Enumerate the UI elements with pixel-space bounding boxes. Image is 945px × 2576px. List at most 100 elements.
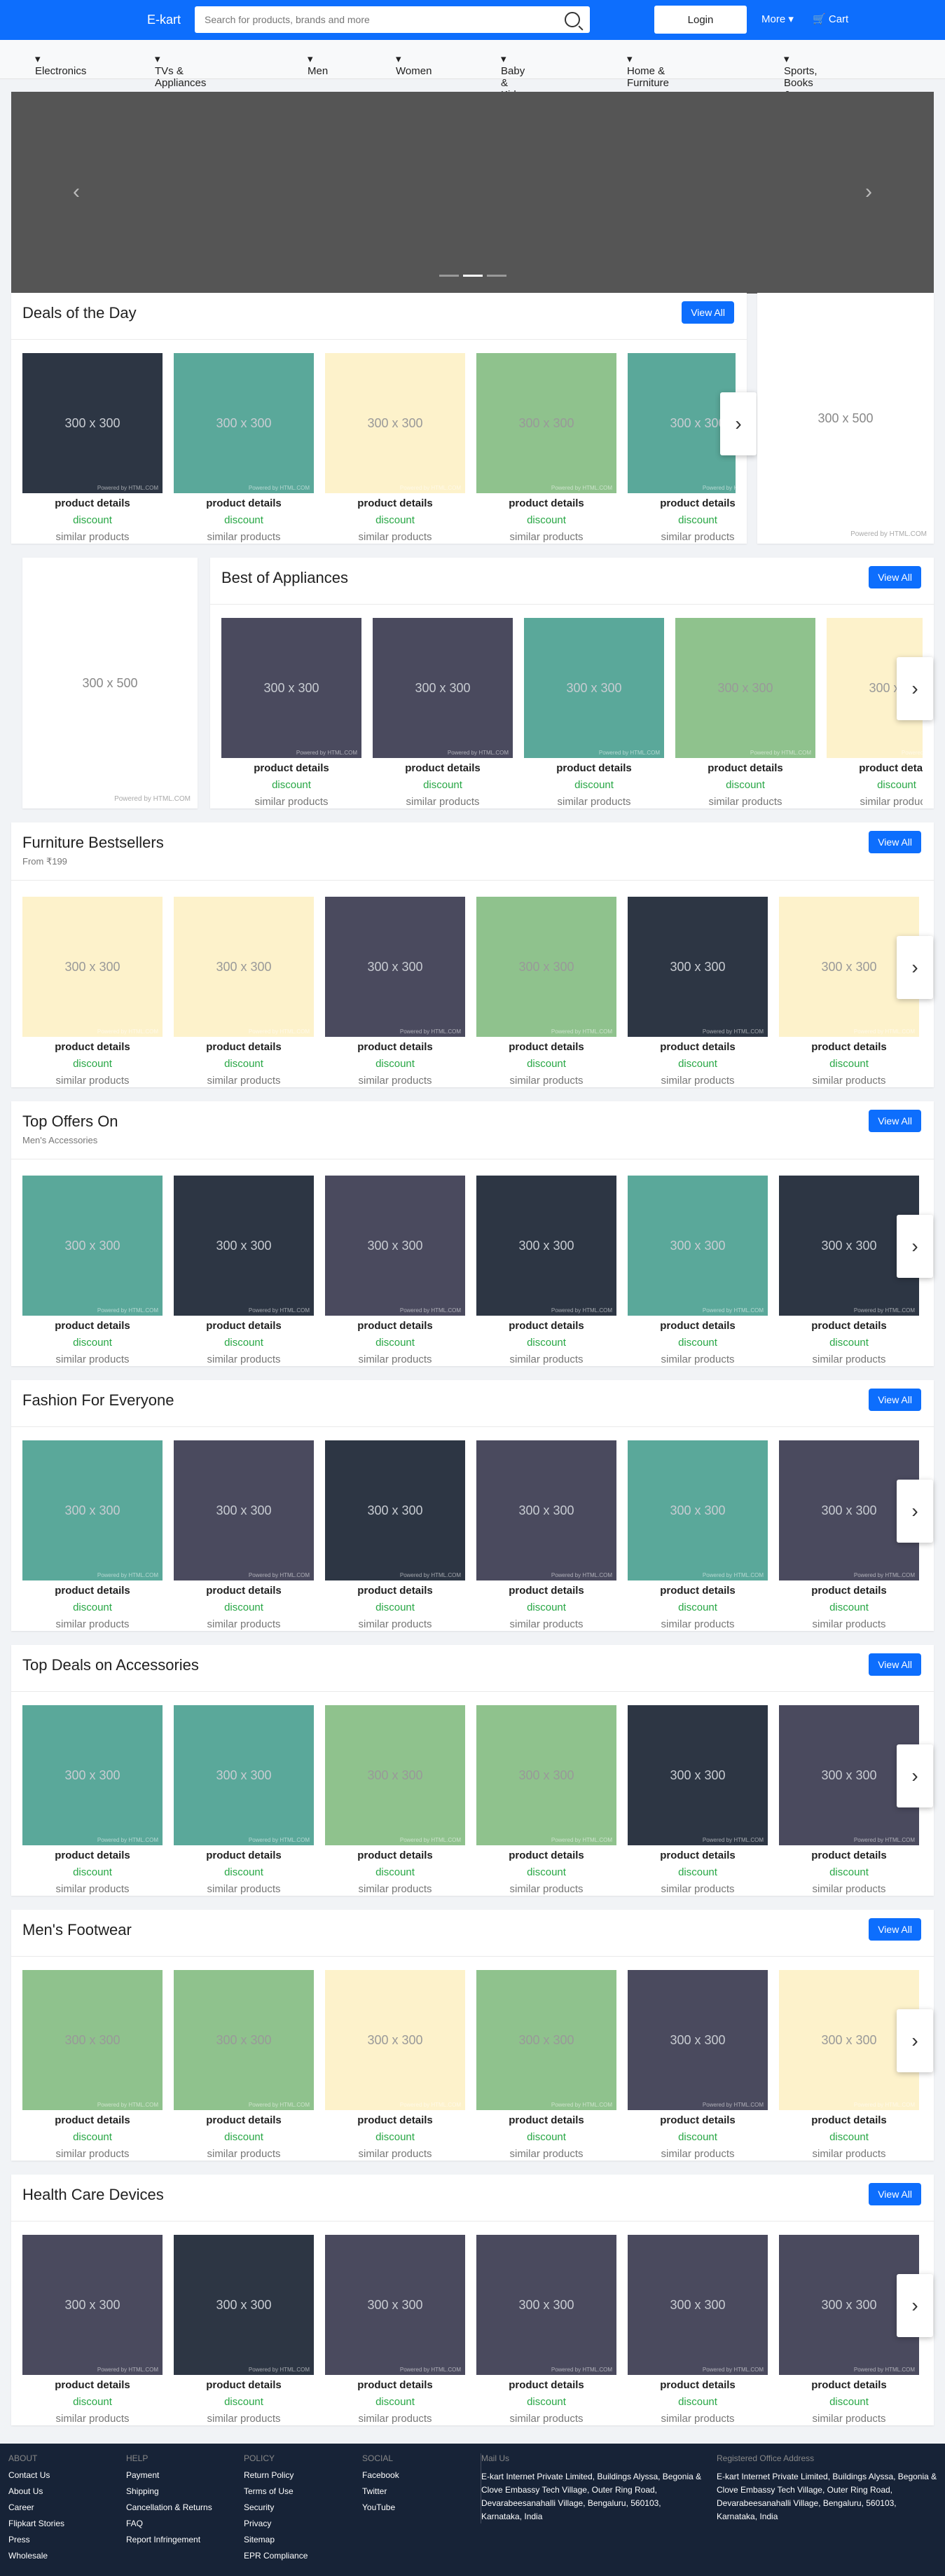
product-details[interactable]: product details (325, 1041, 465, 1053)
product-details[interactable]: product details (325, 1320, 465, 1332)
product-card[interactable]: 300 x 300 Powered by HTML.COM product de… (628, 1176, 768, 1365)
similar-products[interactable]: similar products (325, 1883, 465, 1895)
product-card[interactable]: 300 x 300 Powered by HTML.COM product de… (22, 2235, 163, 2425)
product-card[interactable]: 300 x 300 Powered by HTML.COM product de… (325, 1440, 465, 1630)
footer-link[interactable]: FAQ (126, 2519, 212, 2528)
scroll-right-icon[interactable]: › (720, 392, 757, 455)
product-details[interactable]: product details (628, 2379, 768, 2391)
footer-link[interactable]: Wholesale (8, 2551, 64, 2561)
footer-link[interactable]: Press (8, 2535, 64, 2544)
footer-link[interactable]: Payment (126, 2470, 212, 2480)
similar-products[interactable]: similar products (476, 2413, 616, 2425)
product-details[interactable]: product details (476, 1850, 616, 1861)
scroll-right-icon[interactable]: › (897, 1744, 933, 1807)
scroll-right-icon[interactable]: › (897, 936, 933, 999)
product-card[interactable]: 300 x 300 Powered by HTML.COM product de… (22, 1970, 163, 2160)
nav-item-electronics[interactable]: Electronics ▾ (35, 53, 86, 77)
product-details[interactable]: product details (22, 497, 163, 509)
product-image[interactable]: 300 x 300 Powered by HTML.COM (476, 1970, 616, 2110)
product-image[interactable]: 300 x 300 Powered by HTML.COM (174, 1440, 314, 1580)
product-image[interactable]: 300 x 300 Powered by HTML.COM (22, 2235, 163, 2375)
product-details[interactable]: product details (174, 2379, 314, 2391)
product-card[interactable]: 300 x 300 Powered by HTML.COM product de… (628, 1705, 768, 1895)
scroll-right-icon[interactable]: › (897, 1215, 933, 1278)
product-card[interactable]: 300 x 300 Powered by HTML.COM product de… (174, 1705, 314, 1895)
product-card[interactable]: 300 x 300 Powered by HTML.COM product de… (22, 353, 163, 543)
product-details[interactable]: product details (174, 1850, 314, 1861)
product-details[interactable]: product details (373, 762, 513, 774)
product-image[interactable]: 300 x 300 Powered by HTML.COM (325, 1705, 465, 1845)
product-card[interactable]: 300 x 300 Powered by HTML.COM product de… (476, 1705, 616, 1895)
product-image[interactable]: 300 x 300 Powered by HTML.COM (628, 2235, 768, 2375)
product-details[interactable]: product details (325, 1850, 465, 1861)
product-card[interactable]: 300 x 300 Powered by HTML.COM product de… (174, 1970, 314, 2160)
product-details[interactable]: product details (779, 2114, 919, 2126)
product-image[interactable]: 300 x 300 Powered by HTML.COM (325, 1440, 465, 1580)
login-button[interactable]: Login (654, 6, 747, 34)
view-all-button[interactable]: View All (869, 831, 921, 853)
cart-link[interactable]: 🛒 Cart (813, 13, 848, 25)
product-details[interactable]: product details (325, 2114, 465, 2126)
product-card[interactable]: 300 x 300 Powered by HTML.COM product de… (325, 2235, 465, 2425)
product-image[interactable]: 300 x 300 Powered by HTML.COM (476, 353, 616, 493)
product-card[interactable]: 300 x 300 Powered by HTML.COM product de… (476, 897, 616, 1087)
product-image[interactable]: 300 x 300 Powered by HTML.COM (628, 353, 736, 493)
similar-products[interactable]: similar products (325, 1618, 465, 1630)
product-image[interactable]: 300 x 300 Powered by HTML.COM (174, 353, 314, 493)
scroll-right-icon[interactable]: › (897, 657, 933, 720)
footer-link[interactable]: Career (8, 2502, 64, 2512)
product-details[interactable]: product details (325, 1585, 465, 1597)
footer-link[interactable]: Facebook (362, 2470, 399, 2480)
product-image[interactable]: 300 x 300 Powered by HTML.COM (221, 618, 361, 758)
product-details[interactable]: product details (174, 497, 314, 509)
product-card[interactable]: 300 x 300 Powered by HTML.COM product de… (476, 1440, 616, 1630)
similar-products[interactable]: similar products (476, 2148, 616, 2160)
product-image[interactable]: 300 x 300 Powered by HTML.COM (174, 2235, 314, 2375)
similar-products[interactable]: similar products (174, 2148, 314, 2160)
product-image[interactable]: 300 x 300 Powered by HTML.COM (22, 897, 163, 1037)
product-details[interactable]: product details (22, 1320, 163, 1332)
product-card[interactable]: 300 x 300 Powered by HTML.COM product de… (22, 1440, 163, 1630)
similar-products[interactable]: similar products (325, 2413, 465, 2425)
product-details[interactable]: product details (779, 1585, 919, 1597)
product-card[interactable]: 300 x 300 Powered by HTML.COM product de… (628, 2235, 768, 2425)
similar-products[interactable]: similar products (22, 1354, 163, 1365)
footer-link[interactable]: YouTube (362, 2502, 399, 2512)
product-image[interactable]: 300 x 300 Powered by HTML.COM (476, 2235, 616, 2375)
similar-products[interactable]: similar products (779, 1618, 919, 1630)
product-image[interactable]: 300 x 300 Powered by HTML.COM (628, 897, 768, 1037)
product-card[interactable]: 300 x 300 Powered by HTML.COM product de… (476, 1970, 616, 2160)
similar-products[interactable]: similar products (22, 1075, 163, 1087)
carousel-prev-icon[interactable]: ‹ (73, 180, 80, 204)
product-card[interactable]: 300 x 300 Powered by HTML.COM product de… (675, 618, 815, 808)
similar-products[interactable]: similar products (174, 1075, 314, 1087)
product-details[interactable]: product details (779, 1850, 919, 1861)
similar-products[interactable]: similar products (174, 1883, 314, 1895)
similar-products[interactable]: similar products (779, 2148, 919, 2160)
footer-link[interactable]: Shipping (126, 2486, 212, 2496)
product-card[interactable]: 300 x 300 Powered by HTML.COM product de… (628, 1440, 768, 1630)
product-details[interactable]: product details (779, 1320, 919, 1332)
product-image[interactable]: 300 x 300 Powered by HTML.COM (628, 1970, 768, 2110)
product-details[interactable]: product details (22, 2114, 163, 2126)
side-banner-right[interactable]: 300 x 500 Powered by HTML.COM (757, 293, 934, 544)
similar-products[interactable]: similar products (779, 1075, 919, 1087)
product-card[interactable]: 300 x 300 Powered by HTML.COM product de… (174, 353, 314, 543)
similar-products[interactable]: similar products (174, 1618, 314, 1630)
similar-products[interactable]: similar products (174, 1354, 314, 1365)
product-image[interactable]: 300 x 300 Powered by HTML.COM (22, 353, 163, 493)
similar-products[interactable]: similar products (476, 1883, 616, 1895)
similar-products[interactable]: similar products (476, 531, 616, 543)
carousel-dot[interactable] (439, 275, 459, 277)
product-image[interactable]: 300 x 300 Powered by HTML.COM (628, 1705, 768, 1845)
similar-products[interactable]: similar products (325, 1075, 465, 1087)
similar-products[interactable]: similar products (22, 1618, 163, 1630)
more-menu[interactable]: More ▾ (761, 13, 794, 25)
product-card[interactable]: 300 x 300 Powered by HTML.COM product de… (628, 353, 736, 543)
product-image[interactable]: 300 x 300 Powered by HTML.COM (476, 1440, 616, 1580)
footer-link[interactable]: Cancellation & Returns (126, 2502, 212, 2512)
similar-products[interactable]: similar products (373, 796, 513, 808)
product-details[interactable]: product details (476, 1041, 616, 1053)
product-card[interactable]: 300 x 300 Powered by HTML.COM product de… (325, 1705, 465, 1895)
footer-link[interactable]: Twitter (362, 2486, 399, 2496)
